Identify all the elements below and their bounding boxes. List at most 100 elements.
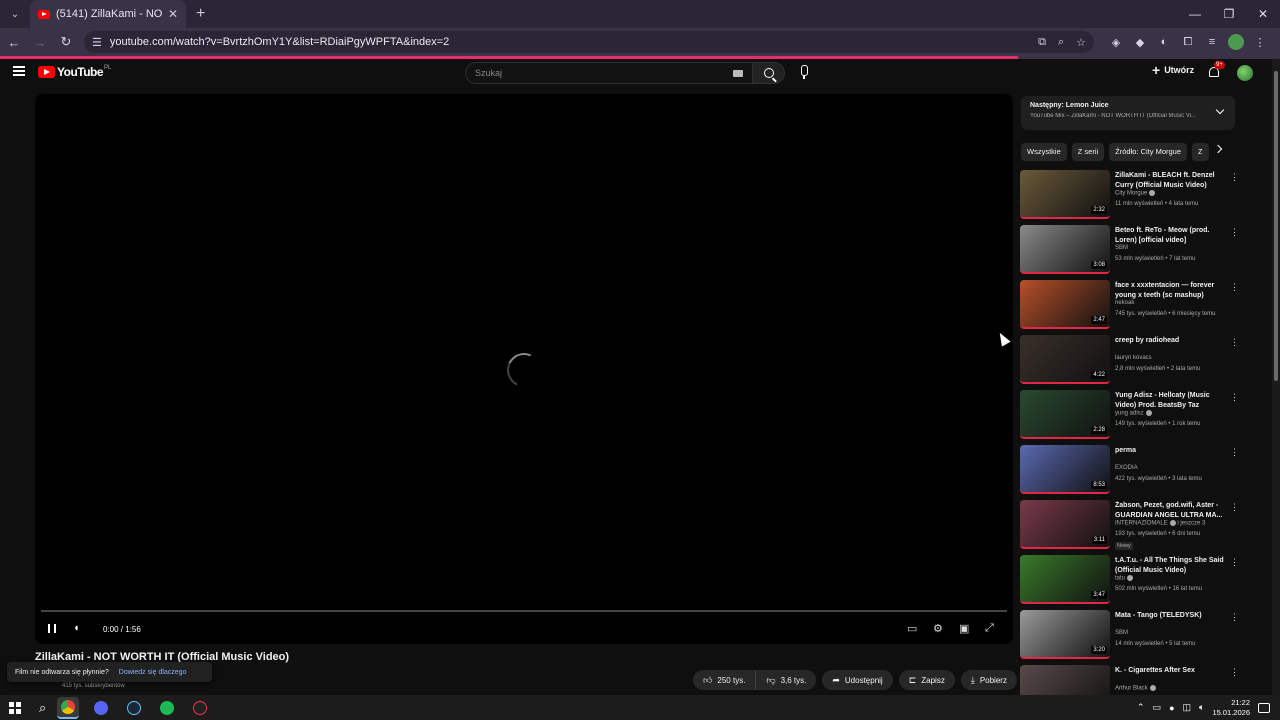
browser-tab-youtube[interactable]: (5141) ZillaKami - NOT WORTH ✕ — [30, 0, 186, 28]
puzzle-extensions-icon[interactable]: ⧠ — [1176, 36, 1200, 49]
recommendation-item[interactable]: 3:11 Żabson, Pezet, god.wifi, Aster - GUA… — [1020, 500, 1240, 550]
more-vertical-icon[interactable]: ⋮ — [1230, 557, 1239, 568]
install-app-icon[interactable]: ⧉ — [1038, 36, 1046, 49]
save-button[interactable]: ⊏ Zapisz — [898, 670, 955, 690]
recommendation-item[interactable]: 2:28 Yung Adisz - Hellcaty (Music Video) … — [1020, 390, 1240, 440]
video-title[interactable]: Mata - Tango (TELEDYSK) — [1115, 611, 1225, 621]
microphone-icon[interactable]: ● — [1169, 703, 1174, 713]
keyboard-icon[interactable] — [733, 69, 743, 77]
tab-search-button[interactable]: ⌄ — [4, 3, 26, 25]
more-vertical-icon[interactable]: ⋮ — [1230, 337, 1239, 348]
search-input[interactable]: Szukaj — [465, 62, 753, 84]
chip-all[interactable]: Wszystkie — [1021, 143, 1067, 161]
channel-name[interactable]: nekoak — [1115, 300, 1134, 306]
chip-source[interactable]: Źródło: City Morgue — [1109, 143, 1188, 161]
restore-icon[interactable]: ❐ — [1212, 0, 1246, 28]
video-player[interactable]: ◖ 0:00 / 1:56 ▭ ⚙ ▣ ⤢ — [35, 94, 1013, 644]
recommendation-item[interactable]: 2:32 ZillaKami - BLEACH ft. Denzel Curry … — [1020, 170, 1240, 220]
account-avatar[interactable] — [1237, 65, 1253, 81]
minimize-icon[interactable]: — — [1178, 0, 1212, 28]
site-info-icon[interactable]: ☰ — [92, 36, 102, 49]
video-title[interactable]: Yung Adisz - Hellcaty (Music Video) Prod… — [1115, 391, 1225, 411]
video-title[interactable]: creep by radiohead — [1115, 336, 1225, 346]
dislike-button[interactable]: 👎︎ 3,6 tys. — [756, 670, 817, 690]
video-thumbnail[interactable]: 3:47 — [1020, 555, 1110, 604]
chrome-taskbar-icon[interactable] — [57, 696, 80, 719]
reading-list-icon[interactable]: ≡ — [1200, 36, 1224, 48]
video-thumbnail[interactable]: 4:22 — [1020, 335, 1110, 384]
video-thumbnail[interactable]: 2:47 — [1020, 280, 1110, 329]
fullscreen-icon[interactable]: ⤢ — [985, 622, 994, 635]
recommendation-item[interactable]: 4:22 creep by radiohead lauryn kovacs 2,8 m… — [1020, 335, 1240, 385]
download-button[interactable]: ⤓ Pobierz — [960, 670, 1017, 690]
profile-avatar[interactable] — [1228, 34, 1244, 50]
youtube-logo[interactable]: YouTube PL — [38, 65, 111, 79]
recommendation-item[interactable]: 3:08 Beteo ft. ReTo - Meow (prod. Loren) … — [1020, 225, 1240, 275]
video-title[interactable]: face x xxxtentacion — forever young x te… — [1115, 281, 1225, 301]
video-thumbnail[interactable]: 3:11 — [1020, 500, 1110, 549]
back-icon[interactable]: ← — [2, 35, 26, 50]
like-button[interactable]: 👍︎ 250 tys. — [693, 670, 757, 690]
more-vertical-icon[interactable]: ⋮ — [1230, 612, 1239, 623]
app-taskbar-icon[interactable] — [189, 697, 211, 719]
pause-icon[interactable] — [48, 624, 56, 633]
video-thumbnail[interactable]: 2:28 — [1020, 390, 1110, 439]
forward-icon[interactable]: → — [28, 35, 52, 50]
bookmark-star-icon[interactable]: ☆ — [1076, 36, 1086, 49]
more-vertical-icon[interactable]: ⋮ — [1230, 502, 1239, 513]
video-thumbnail[interactable]: 8:53 — [1020, 445, 1110, 494]
scrollbar-thumb[interactable] — [1274, 71, 1278, 381]
spotify-taskbar-icon[interactable] — [156, 697, 178, 719]
video-title[interactable]: perma — [1115, 446, 1225, 456]
extension-icon[interactable]: ◐ — [1152, 36, 1176, 48]
progress-bar[interactable] — [41, 610, 1007, 612]
video-title[interactable]: Beteo ft. ReTo - Meow (prod. Loren) [off… — [1115, 226, 1225, 246]
more-vertical-icon[interactable]: ⋮ — [1230, 392, 1239, 403]
guide-menu-icon[interactable] — [13, 66, 25, 76]
zoom-icon[interactable]: ⌕ — [1058, 36, 1064, 49]
notifications-bell-icon[interactable]: 9+ — [1208, 61, 1225, 78]
reload-icon[interactable]: ↻ — [54, 34, 78, 50]
network-icon[interactable]: ▭ — [1153, 702, 1162, 713]
more-vertical-icon[interactable]: ⋮ — [1230, 227, 1239, 238]
create-button[interactable]: + Utwórz — [1152, 63, 1194, 77]
subtitles-icon[interactable]: ▭ — [907, 622, 917, 635]
volume-icon[interactable]: ◖ — [73, 622, 80, 634]
chip-series[interactable]: Z serii — [1071, 143, 1105, 161]
address-bar[interactable]: ☰ youtube.com/watch?v=BvrtzhOmY1Y&list=R… — [84, 31, 1094, 53]
new-tab-icon[interactable]: + — [196, 5, 205, 23]
voice-search-icon[interactable] — [798, 65, 809, 81]
more-vertical-icon[interactable]: ⋮ — [1230, 172, 1239, 183]
video-thumbnail[interactable]: 2:32 — [1020, 170, 1110, 219]
more-vertical-icon[interactable]: ⋮ — [1230, 282, 1239, 293]
search-button[interactable] — [753, 62, 785, 84]
steam-taskbar-icon[interactable] — [123, 697, 145, 719]
recommendation-item[interactable]: 3:20 Mata - Tango (TELEDYSK) SBM 14 mln wyś… — [1020, 610, 1240, 660]
wifi-icon[interactable]: ◫ — [1183, 702, 1192, 713]
chip-more[interactable]: Z — [1192, 143, 1209, 161]
windows-start-icon[interactable] — [9, 701, 21, 714]
settings-gear-icon[interactable]: ⚙ — [933, 622, 943, 635]
theater-mode-icon[interactable]: ▣ — [959, 622, 969, 635]
more-vertical-icon[interactable]: ⋮ — [1230, 667, 1239, 678]
tray-chevron-up-icon[interactable]: ⌃ — [1137, 702, 1145, 713]
browser-menu-icon[interactable]: ⋮ — [1248, 36, 1272, 49]
channel-name[interactable]: tatu — [1115, 575, 1134, 582]
speaker-icon[interactable]: 🔈︎ — [1199, 702, 1204, 713]
recommendation-item[interactable]: 2:47 face x xxxtentacion — forever young … — [1020, 280, 1240, 330]
taskbar-search-icon[interactable]: ⌕ — [39, 700, 46, 716]
channel-name[interactable]: SBM — [1115, 245, 1128, 251]
close-window-icon[interactable]: ✕ — [1246, 0, 1280, 28]
browser-alt-taskbar-icon[interactable] — [90, 697, 112, 719]
more-vertical-icon[interactable]: ⋮ — [1230, 447, 1239, 458]
video-title[interactable]: ZillaKami - BLEACH ft. Denzel Curry (Off… — [1115, 171, 1225, 191]
channel-name[interactable]: yung adisz — [1115, 410, 1152, 417]
channel-name[interactable]: EXODIA — [1115, 465, 1138, 471]
video-title[interactable]: Żabson, Pezet, god.wifi, Aster - GUARDIA… — [1115, 501, 1225, 521]
channel-name[interactable]: Arthur Black — [1115, 685, 1156, 692]
channel-name[interactable]: City Morgue — [1115, 190, 1156, 197]
recommendation-item[interactable]: 8:53 perma EXODIA 422 tys. wyświetleń • 3 l… — [1020, 445, 1240, 495]
channel-name[interactable]: INTERNAZIOMALE i jeszcze 3 — [1115, 520, 1205, 527]
video-title[interactable]: K. - Cigarettes After Sex — [1115, 666, 1225, 676]
channel-name[interactable]: SBM — [1115, 630, 1128, 636]
